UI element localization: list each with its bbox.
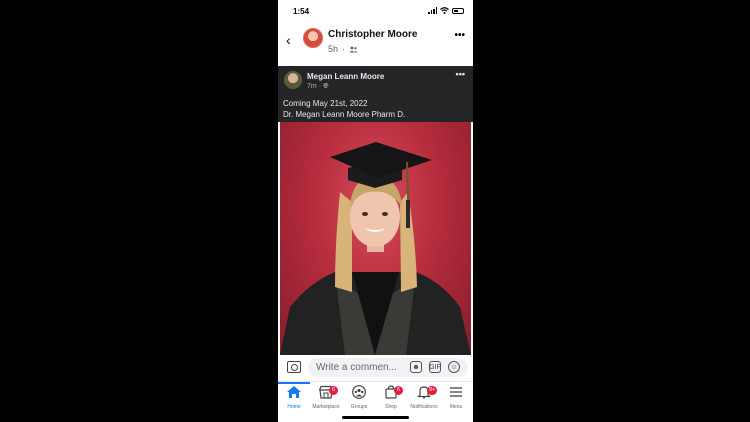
comment-bar: Write a commen... ☻ GIF ☺	[278, 357, 473, 379]
tab-label-notifications: Notifications	[410, 404, 438, 410]
status-time: 1:54	[293, 7, 310, 16]
signal-icon	[428, 7, 437, 14]
caption-line-2: Dr. Megan Leann Moore Pharm D.	[283, 110, 406, 119]
friends-icon	[349, 46, 358, 52]
active-tab-indicator	[278, 382, 310, 384]
post-meta: 5h ·	[328, 44, 358, 54]
shared-more-options-icon[interactable]: •••	[456, 69, 465, 79]
shop-badge: 6	[394, 386, 403, 395]
tab-label-shop: Shop	[385, 404, 397, 410]
status-icons	[428, 7, 464, 14]
wifi-icon	[440, 7, 449, 14]
caption-line-1: Coming May 21st, 2022	[283, 99, 368, 108]
tab-home[interactable]: Home	[278, 385, 310, 413]
post-header: ‹ Christopher Moore 5h · •••	[278, 24, 473, 62]
author-avatar[interactable]	[303, 28, 323, 48]
tab-label-home: Home	[287, 404, 301, 410]
tab-label-marketplace: Marketplace	[312, 404, 340, 410]
marketplace-badge: 6	[329, 386, 338, 395]
notifications-badge: 9+	[427, 386, 438, 395]
gif-icon[interactable]: GIF	[429, 361, 441, 373]
sticker-icon[interactable]: ☻	[410, 361, 422, 373]
more-options-icon[interactable]: •••	[454, 30, 465, 41]
home-icon	[287, 386, 301, 398]
graduation-photo[interactable]	[280, 122, 471, 355]
shared-author-avatar[interactable]	[284, 71, 302, 89]
post-time[interactable]: 5h	[328, 44, 338, 54]
globe-icon: 🌐︎	[322, 83, 329, 90]
tab-notifications[interactable]: 9+ Notifications	[408, 385, 440, 413]
battery-icon	[452, 7, 464, 14]
tab-marketplace[interactable]: 6 Marketplace	[310, 385, 342, 413]
shared-post-meta: 7m · 🌐︎	[307, 83, 329, 90]
home-indicator	[342, 416, 409, 419]
shared-author-name[interactable]: Megan Leann Moore	[307, 72, 384, 81]
shared-post-time[interactable]: 7m	[307, 83, 317, 90]
shared-post-card[interactable]: Megan Leann Moore 7m · 🌐︎ ••• Coming May…	[278, 66, 473, 122]
tab-menu[interactable]: Menu	[440, 385, 472, 413]
back-icon[interactable]: ‹	[286, 32, 291, 48]
groups-icon	[352, 385, 366, 399]
comment-input[interactable]: Write a commen...	[308, 358, 468, 377]
phone-screen: 1:54 ‹ Christopher Moore 5h · ••• Megan …	[278, 0, 473, 422]
tab-label-menu: Menu	[449, 404, 463, 410]
menu-icon	[450, 387, 462, 397]
tab-label-groups: Groups	[350, 404, 368, 410]
comment-placeholder: Write a commen...	[316, 362, 397, 373]
tab-groups[interactable]: Groups	[343, 385, 375, 413]
post-caption: Coming May 21st, 2022 Dr. Megan Leann Mo…	[283, 98, 405, 120]
graduation-portrait-image	[280, 142, 471, 355]
author-name[interactable]: Christopher Moore	[328, 29, 417, 40]
status-bar: 1:54	[278, 0, 473, 22]
tab-shop[interactable]: 6 Shop	[375, 385, 407, 413]
emoji-icon[interactable]: ☺	[448, 361, 460, 373]
camera-icon[interactable]	[287, 361, 301, 373]
